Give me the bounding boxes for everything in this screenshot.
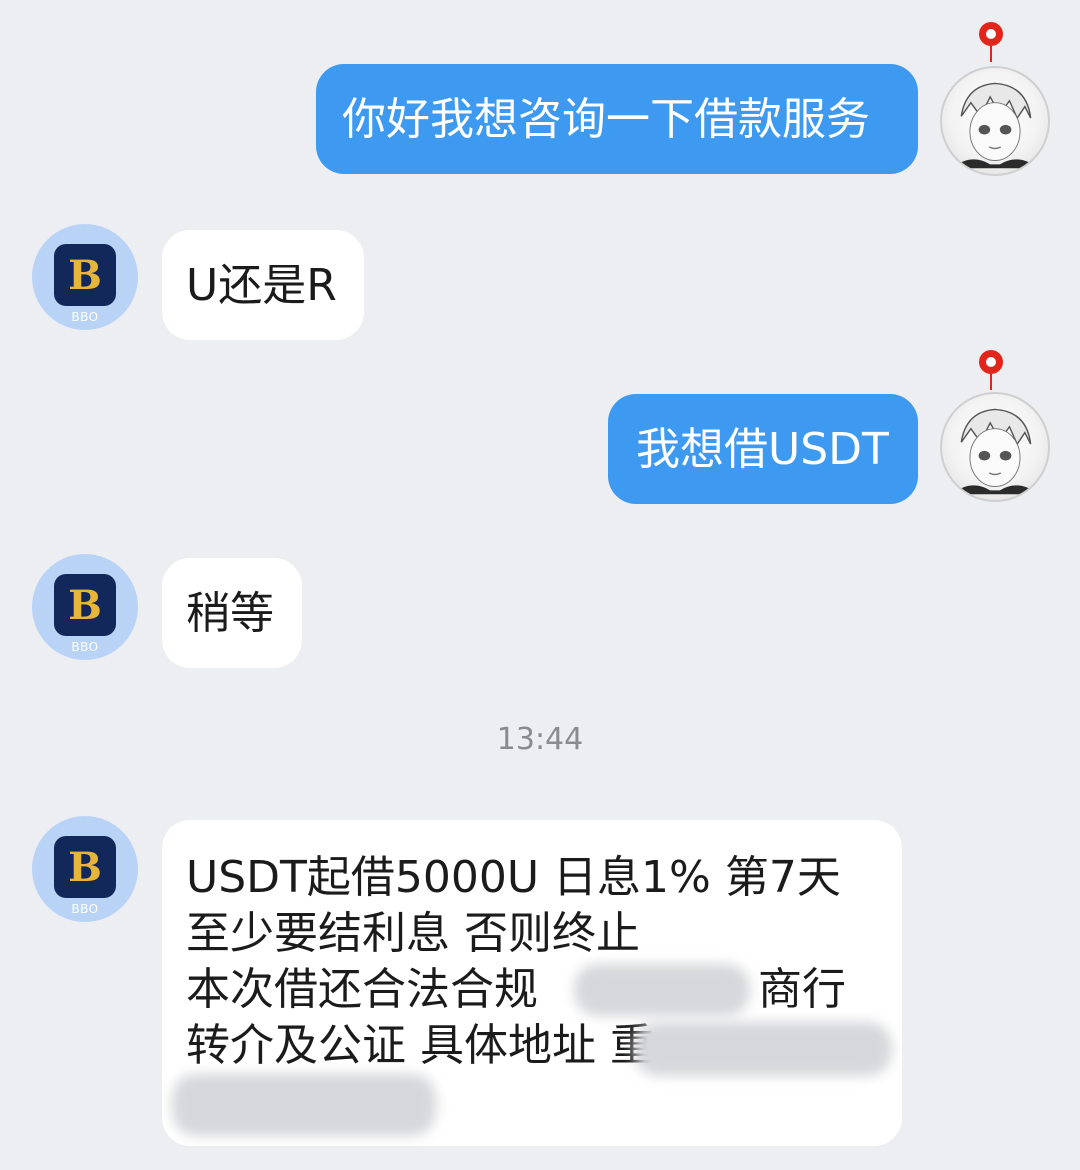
- bbo-avatar-label: BBO: [71, 640, 99, 654]
- message-text: 你好我想咨询一下借款服务: [342, 94, 870, 145]
- incoming-message-bubble[interactable]: 稍等: [162, 558, 302, 668]
- message-line-fragment: 商行: [758, 964, 846, 1015]
- bbo-avatar[interactable]: B BBO: [32, 554, 138, 660]
- user-avatar[interactable]: [940, 392, 1050, 502]
- message-timestamp: 13:44: [496, 722, 584, 757]
- incoming-message-bubble[interactable]: U还是R: [162, 230, 364, 340]
- flower-icon: [979, 350, 1003, 390]
- user-avatar[interactable]: [940, 66, 1050, 176]
- outgoing-message-bubble[interactable]: 我想借USDT: [608, 394, 918, 504]
- bbo-avatar-label: BBO: [71, 310, 99, 324]
- message-text: U还是R: [186, 260, 337, 311]
- message-line: 至少要结利息 否则终止: [186, 908, 640, 959]
- message-line-text: 转介及公证 具体地址: [186, 1020, 596, 1071]
- redaction-blur: [172, 1074, 436, 1136]
- bbo-avatar[interactable]: B BBO: [32, 816, 138, 922]
- outgoing-message-bubble[interactable]: 你好我想咨询一下借款服务: [316, 64, 918, 174]
- bbo-logo-icon: B: [54, 836, 116, 898]
- redaction-blur: [574, 964, 750, 1016]
- bbo-avatar[interactable]: B BBO: [32, 224, 138, 330]
- message-text: 我想借USDT: [636, 424, 889, 475]
- bbo-logo-icon: B: [54, 574, 116, 636]
- message-text: 稍等: [186, 588, 274, 639]
- bbo-avatar-label: BBO: [71, 902, 99, 916]
- message-line: 本次借还合法合规 商行: [186, 962, 902, 1018]
- flower-icon: [979, 22, 1003, 62]
- bbo-logo-icon: B: [54, 244, 116, 306]
- message-line-text: 本次借还合法合规: [186, 964, 538, 1015]
- redaction-blur: [634, 1022, 892, 1076]
- message-line: USDT起借5000U 日息1% 第7天: [186, 852, 841, 903]
